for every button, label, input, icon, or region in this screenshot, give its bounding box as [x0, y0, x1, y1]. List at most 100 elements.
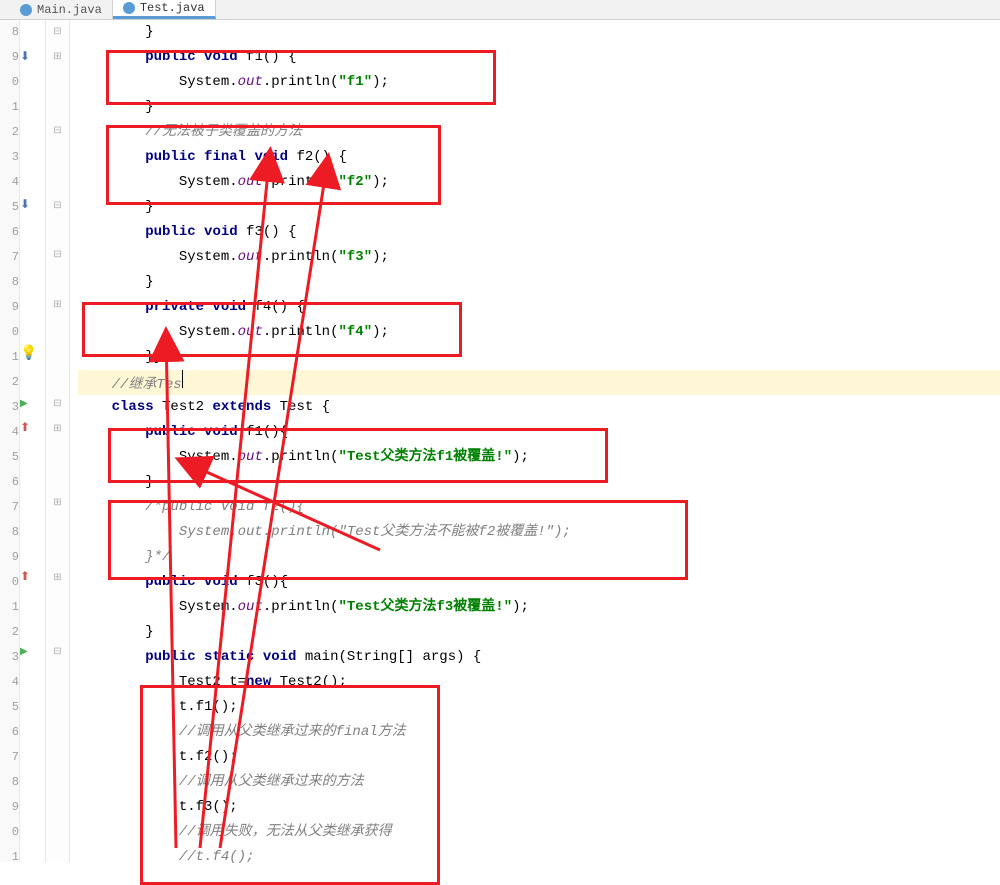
code-line: } — [78, 20, 1000, 45]
code-area[interactable]: } public void f1() { System.out.println(… — [70, 20, 1000, 862]
fold-toggle[interactable] — [46, 690, 69, 715]
fold-toggle[interactable] — [46, 541, 69, 566]
tab-main[interactable]: Main.java — [10, 0, 113, 19]
run-icon: ▶ — [20, 647, 28, 658]
code-line: } — [78, 195, 1000, 220]
gutter-empty[interactable] — [20, 689, 45, 714]
gutter-empty[interactable] — [20, 837, 45, 862]
fold-toggle[interactable] — [46, 144, 69, 169]
gutter-empty[interactable] — [20, 491, 45, 516]
fold-toggle[interactable] — [46, 169, 69, 194]
implemented-icon: ⬇ — [20, 50, 30, 64]
code-line: } — [78, 470, 1000, 495]
fold-toggle[interactable]: ⊟ — [46, 392, 69, 417]
gutter-empty[interactable] — [20, 664, 45, 689]
gutter-implemented[interactable]: ⬇ — [20, 45, 45, 70]
line-number: 9 — [0, 45, 19, 70]
line-number: 9 — [0, 795, 19, 820]
gutter-empty[interactable] — [20, 70, 45, 95]
fold-toggle[interactable]: ⊟ — [46, 194, 69, 219]
fold-toggle[interactable] — [46, 763, 69, 788]
fold-toggle[interactable]: ⊞ — [46, 45, 69, 70]
gutter-empty[interactable] — [20, 119, 45, 144]
line-number: 8 — [0, 770, 19, 795]
gutter-empty[interactable] — [20, 317, 45, 342]
tab-test[interactable]: Test.java — [113, 0, 216, 19]
code-line: public static void main(String[] args) { — [78, 645, 1000, 670]
gutter-run[interactable]: ▶ — [20, 391, 45, 416]
fold-toggle[interactable] — [46, 367, 69, 392]
gutter-empty[interactable] — [20, 590, 45, 615]
gutter-empty[interactable] — [20, 169, 45, 194]
fold-toggle[interactable]: ⊟ — [46, 20, 69, 45]
fold-toggle[interactable] — [46, 318, 69, 343]
line-number: 0 — [0, 320, 19, 345]
code-line: } — [78, 95, 1000, 120]
gutter-empty[interactable] — [20, 292, 45, 317]
gutter-override[interactable]: ⬆ — [20, 565, 45, 590]
fold-toggle[interactable] — [46, 95, 69, 120]
gutter-override[interactable]: ⬆ — [20, 416, 45, 441]
gutter-empty[interactable] — [20, 738, 45, 763]
gutter-implemented[interactable]: ⬇ — [20, 193, 45, 218]
gutter-empty[interactable] — [20, 466, 45, 491]
gutter-empty[interactable] — [20, 20, 45, 45]
gutter-empty[interactable] — [20, 540, 45, 565]
fold-toggle[interactable] — [46, 467, 69, 492]
fold-toggle[interactable]: ⊞ — [46, 491, 69, 516]
fold-gutter: ⊟⊞⊟⊟⊟⊞⊟⊞⊞⊞⊟ — [46, 20, 70, 862]
line-number: 7 — [0, 745, 19, 770]
gutter-empty[interactable] — [20, 813, 45, 838]
gutter-empty[interactable] — [20, 763, 45, 788]
fold-toggle[interactable] — [46, 343, 69, 368]
line-number: 1 — [0, 595, 19, 620]
gutter-empty[interactable] — [20, 441, 45, 466]
line-number: 6 — [0, 470, 19, 495]
gutter-intention[interactable]: 💡 — [20, 342, 45, 367]
fold-toggle[interactable] — [46, 70, 69, 95]
line-number: 7 — [0, 495, 19, 520]
override-icon: ⬆ — [20, 421, 30, 435]
marker-gutter: ⬇ ⬇ 💡 ▶ ⬆ ⬆ ▶ — [20, 20, 46, 862]
gutter-empty[interactable] — [20, 367, 45, 392]
bulb-icon: 💡 — [20, 346, 37, 362]
fold-toggle[interactable]: ⊟ — [46, 243, 69, 268]
gutter-empty[interactable] — [20, 714, 45, 739]
fold-toggle[interactable] — [46, 739, 69, 764]
code-line: System.out.println("f3"); — [78, 245, 1000, 270]
fold-toggle[interactable] — [46, 788, 69, 813]
line-number: 3 — [0, 645, 19, 670]
fold-toggle[interactable] — [46, 665, 69, 690]
fold-toggle[interactable] — [46, 219, 69, 244]
editor: 8901234567890123456789012345678901 ⬇⬇💡▶⬆… — [0, 20, 1000, 862]
line-number: 8 — [0, 270, 19, 295]
gutter-empty[interactable] — [20, 516, 45, 541]
gutter-run[interactable]: ▶ — [20, 639, 45, 664]
fold-toggle[interactable] — [46, 268, 69, 293]
fold-toggle[interactable] — [46, 837, 69, 862]
tab-label: Main.java — [37, 3, 102, 17]
line-number-gutter: 8901234567890123456789012345678901 — [0, 20, 20, 862]
fold-toggle[interactable] — [46, 442, 69, 467]
fold-toggle[interactable]: ⊞ — [46, 417, 69, 442]
fold-toggle[interactable]: ⊞ — [46, 566, 69, 591]
gutter-empty[interactable] — [20, 144, 45, 169]
fold-toggle[interactable] — [46, 714, 69, 739]
fold-toggle[interactable]: ⊟ — [46, 640, 69, 665]
line-number: 6 — [0, 720, 19, 745]
gutter-empty[interactable] — [20, 615, 45, 640]
fold-toggle[interactable] — [46, 516, 69, 541]
gutter-empty[interactable] — [20, 94, 45, 119]
gutter-empty[interactable] — [20, 788, 45, 813]
fold-toggle[interactable]: ⊞ — [46, 293, 69, 318]
gutter-empty[interactable] — [20, 218, 45, 243]
code-line: //调用从父类继承过来的final方法 — [78, 720, 1000, 745]
gutter-empty[interactable] — [20, 243, 45, 268]
fold-toggle[interactable] — [46, 615, 69, 640]
code-line: /*public void f2(){ — [78, 495, 1000, 520]
fold-toggle[interactable] — [46, 813, 69, 838]
fold-toggle[interactable] — [46, 591, 69, 616]
line-number: 5 — [0, 445, 19, 470]
gutter-empty[interactable] — [20, 268, 45, 293]
fold-toggle[interactable]: ⊟ — [46, 119, 69, 144]
